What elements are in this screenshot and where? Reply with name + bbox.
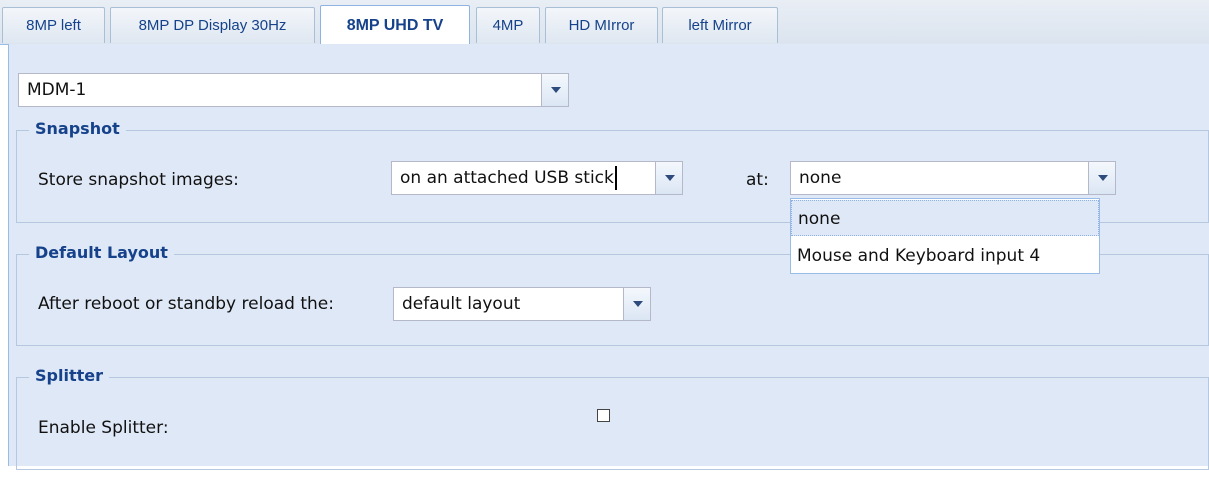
splitter-legend: Splitter (29, 366, 109, 385)
dropdown-option[interactable]: none (791, 200, 1099, 236)
snapshot-location-select[interactable]: none (790, 161, 1116, 195)
text-cursor (614, 166, 617, 190)
tab-strip: 8MP left 8MP DP Display 30Hz 8MP UHD TV … (0, 0, 1209, 45)
at-label: at: (746, 170, 769, 190)
chevron-down-icon[interactable] (1088, 161, 1116, 195)
tab-4mp[interactable]: 4MP (476, 7, 540, 43)
chevron-down-icon[interactable] (541, 73, 569, 107)
default-layout-legend: Default Layout (29, 243, 174, 262)
tab-8mp-left[interactable]: 8MP left (2, 7, 105, 43)
enable-splitter-checkbox[interactable] (597, 409, 610, 422)
snapshot-storage-select[interactable]: on an attached USB stick (391, 161, 683, 195)
default-layout-value: default layout (402, 294, 521, 314)
snapshot-location-dropdown: none Mouse and Keyboard input 4 (790, 198, 1100, 274)
reload-label: After reboot or standby reload the: (38, 294, 334, 314)
tab-8mp-uhd-tv[interactable]: 8MP UHD TV (320, 5, 470, 45)
dropdown-option[interactable]: Mouse and Keyboard input 4 (791, 238, 1099, 274)
tab-left-mirror[interactable]: left Mirror (662, 7, 778, 43)
enable-splitter-label: Enable Splitter: (38, 418, 169, 438)
tab-hd-mirror[interactable]: HD MIrror (545, 7, 658, 43)
snapshot-storage-value: on an attached USB stick (400, 168, 614, 188)
splitter-fieldset: Splitter (16, 366, 1209, 470)
chevron-down-icon[interactable] (655, 161, 683, 195)
tab-8mp-dp-display-30hz[interactable]: 8MP DP Display 30Hz (110, 7, 315, 43)
device-select[interactable]: MDM-1 (18, 73, 569, 107)
store-snapshot-label: Store snapshot images: (38, 170, 239, 190)
snapshot-legend: Snapshot (29, 119, 126, 138)
default-layout-select[interactable]: default layout (393, 287, 651, 321)
snapshot-location-value: none (799, 168, 842, 188)
chevron-down-icon[interactable] (623, 287, 651, 321)
device-select-value: MDM-1 (27, 80, 87, 100)
